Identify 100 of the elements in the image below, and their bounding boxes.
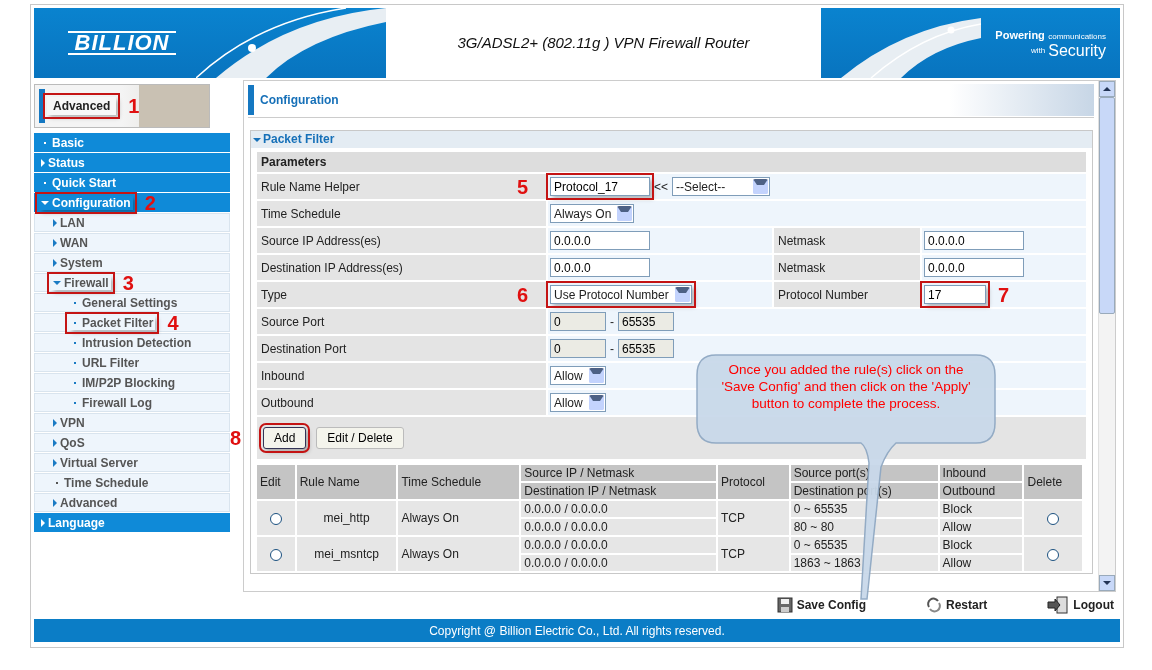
caret-down-icon bbox=[41, 200, 49, 205]
table-cell: Block bbox=[939, 501, 1023, 517]
caret-icon bbox=[753, 179, 768, 194]
scroll-down-icon[interactable] bbox=[1099, 575, 1115, 591]
field-label: Time Schedule bbox=[257, 201, 546, 226]
caret-right-icon bbox=[53, 458, 57, 467]
menu-item[interactable]: Packet Filter bbox=[69, 315, 156, 330]
table-cell: mei_http bbox=[296, 501, 397, 535]
step-number: 2 bbox=[144, 192, 156, 213]
menu-item[interactable]: Status bbox=[39, 155, 87, 170]
table-cell: Always On bbox=[398, 537, 520, 571]
table-cell: 0.0.0.0 / 0.0.0.0 bbox=[521, 519, 716, 535]
menu-item[interactable]: WAN bbox=[51, 235, 90, 250]
accent-bar bbox=[248, 85, 254, 115]
table-cell: 1863 ~ 1863 bbox=[790, 555, 938, 571]
column-header: Protocol bbox=[718, 465, 789, 499]
section-heading: Parameters bbox=[257, 152, 1086, 172]
table-cell: 0.0.0.0 / 0.0.0.0 bbox=[521, 555, 716, 571]
column-header: Outbound bbox=[939, 483, 1023, 499]
table-cell: Always On bbox=[398, 501, 520, 535]
separator-text: - bbox=[610, 314, 614, 329]
field-label: Protocol Number bbox=[774, 282, 920, 307]
field-label: Destination IP Address(es) bbox=[257, 255, 546, 280]
field-label: Outbound bbox=[257, 390, 546, 415]
dropdown[interactable]: Allow bbox=[550, 393, 606, 412]
slogan-text: with bbox=[1030, 45, 1046, 57]
page-title: Configuration bbox=[260, 93, 339, 107]
menu-item[interactable]: Firewall bbox=[51, 275, 111, 290]
text-field[interactable]: 0.0.0.0 bbox=[550, 231, 650, 250]
menu-item[interactable]: Configuration bbox=[39, 195, 133, 210]
separator-text: << bbox=[654, 179, 668, 194]
table-cell: 80 ~ 80 bbox=[790, 519, 938, 535]
text-field[interactable]: 0.0.0.0 bbox=[550, 258, 650, 277]
column-header: Time Schedule bbox=[398, 465, 520, 499]
step-number: 1 bbox=[128, 96, 140, 116]
toolbar-link[interactable]: Restart bbox=[926, 596, 988, 613]
table-cell: Allow bbox=[939, 555, 1023, 571]
column-header: Inbound bbox=[939, 465, 1023, 481]
radio-button[interactable] bbox=[269, 548, 282, 561]
field-label: Netmask bbox=[774, 228, 920, 253]
step-number: 3 bbox=[122, 272, 134, 293]
caret-icon bbox=[588, 395, 604, 410]
caret-icon bbox=[674, 287, 690, 302]
menu-item[interactable]: QoS bbox=[51, 435, 87, 450]
step-number: 6 bbox=[516, 284, 528, 305]
column-header: Edit bbox=[257, 465, 295, 499]
step-number: 4 bbox=[167, 312, 179, 333]
table-cell: TCP bbox=[718, 537, 789, 571]
caret-icon bbox=[617, 206, 633, 221]
caret-down-icon bbox=[53, 280, 61, 285]
field-label: Source Port bbox=[257, 309, 546, 334]
column-header: Destination IP / Netmask bbox=[521, 483, 716, 499]
panel-header[interactable]: Packet Filter bbox=[251, 131, 1092, 148]
scroll-thumb[interactable] bbox=[1099, 97, 1115, 314]
step-number: 7 bbox=[998, 284, 1010, 305]
separator-text: - bbox=[610, 341, 614, 356]
radio-button[interactable] bbox=[1047, 548, 1060, 561]
field-label: Source IP Address(es) bbox=[257, 228, 546, 253]
table-cell: TCP bbox=[718, 501, 789, 535]
menu-item[interactable]: Basic bbox=[39, 135, 87, 150]
caret-right-icon bbox=[41, 158, 45, 167]
table-cell: Allow bbox=[939, 519, 1023, 535]
dropdown[interactable]: Always On bbox=[550, 204, 635, 223]
radio-button[interactable] bbox=[269, 512, 282, 525]
slogan-text: Powering bbox=[995, 29, 1045, 41]
table-cell: 0 ~ 65535 bbox=[790, 501, 938, 517]
text-field[interactable]: 0.0.0.0 bbox=[924, 258, 1024, 277]
slogan-text: communications bbox=[1048, 32, 1106, 41]
column-header: Source IP / Netmask bbox=[521, 465, 716, 481]
scrollbar[interactable] bbox=[1098, 81, 1115, 591]
table-cell: 0.0.0.0 / 0.0.0.0 bbox=[521, 501, 716, 517]
menu-item[interactable]: LAN bbox=[51, 215, 87, 230]
scroll-up-icon[interactable] bbox=[1099, 81, 1115, 97]
radio-button[interactable] bbox=[1047, 512, 1060, 525]
dropdown[interactable]: --Select-- bbox=[672, 177, 770, 196]
caret-right-icon bbox=[53, 418, 57, 427]
slogan-text: Security bbox=[1048, 44, 1106, 58]
field-label: Netmask bbox=[774, 255, 920, 280]
column-header: Rule Name bbox=[296, 465, 397, 499]
dropdown[interactable]: Allow bbox=[550, 366, 606, 385]
caret-down-icon bbox=[253, 137, 261, 142]
caret-right-icon bbox=[53, 218, 57, 227]
menu-item[interactable]: VPN bbox=[51, 415, 87, 430]
step-number: 8 bbox=[229, 428, 241, 448]
action-button[interactable]: Edit / Delete bbox=[316, 427, 404, 449]
table-cell: mei_msntcp bbox=[296, 537, 397, 571]
caret-right-icon bbox=[53, 238, 57, 247]
table-cell: 0.0.0.0 / 0.0.0.0 bbox=[521, 537, 716, 553]
text-field[interactable]: 0.0.0.0 bbox=[924, 231, 1024, 250]
router-title: 3G/ADSL2+ (802.11g ) VPN Firewall Router bbox=[386, 8, 821, 78]
step-number: 5 bbox=[516, 176, 528, 197]
tooltip-text: Once you added the rule(s) click on the 'Save Config' and then click on the 'Apply' button to complete the process. bbox=[720, 361, 972, 412]
caret-icon bbox=[588, 368, 604, 383]
toolbar-link[interactable]: Save Config bbox=[776, 596, 866, 613]
table-cell: 0 ~ 65535 bbox=[790, 537, 938, 553]
caret-right-icon bbox=[41, 518, 45, 527]
caret-right-icon bbox=[53, 498, 57, 507]
column-header: Source port(s) bbox=[790, 465, 938, 481]
copyright-text: Copyright @ Billion Electric Co., Ltd. All rights reserved. bbox=[429, 623, 725, 638]
toolbar-link[interactable]: Logout bbox=[1047, 595, 1114, 614]
